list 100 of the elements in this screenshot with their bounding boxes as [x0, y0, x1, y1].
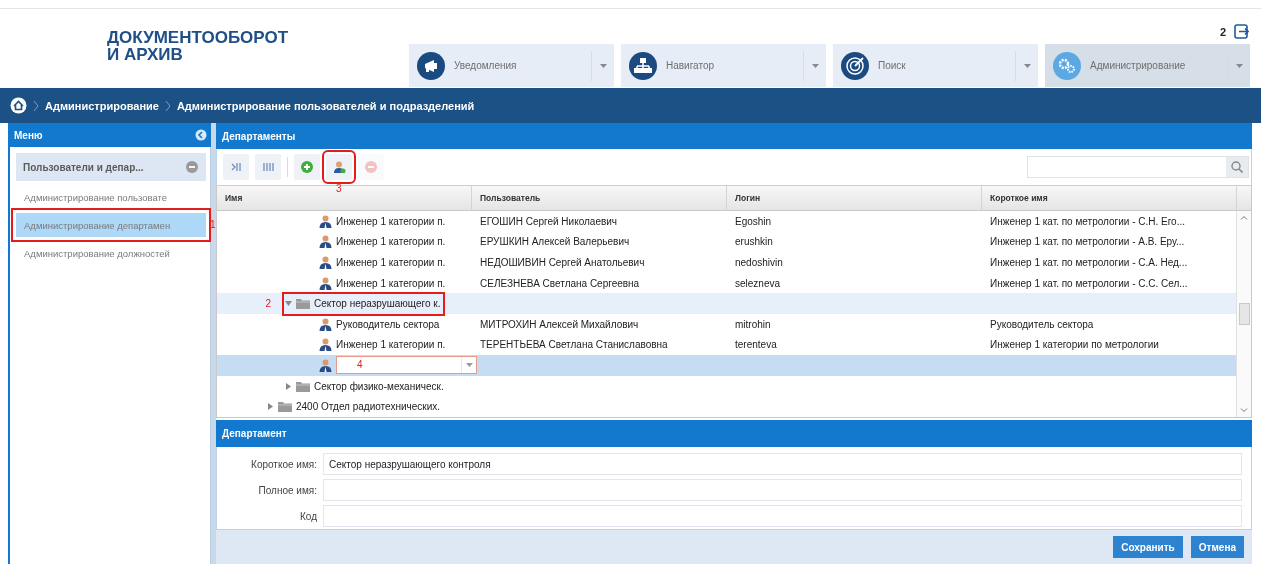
table-cell-text: ЕГОШИН Сергей Николаевич	[479, 215, 619, 227]
minus-circle-icon[interactable]	[186, 161, 198, 173]
menu-item[interactable]: Администрирование должностей	[16, 241, 206, 265]
tree-row[interactable]: Инженер 1 категории п. НЕДОШИВИН Сергей Анатольевич nedoshivin Инженер 1 кат. по метрологии - С.А. Нед...	[217, 252, 1236, 273]
user-icon	[319, 338, 332, 352]
table-cell-text: Инженер 1 категории по метрологии	[989, 339, 1160, 351]
user-icon	[319, 317, 332, 331]
table-cell-text: НЕДОШИВИН Сергей Анатольевич	[479, 257, 646, 268]
tree-label: Руководитель сектора	[336, 318, 440, 330]
gears-icon	[1053, 51, 1081, 80]
collapsed-arrow-icon[interactable]	[267, 403, 274, 411]
nav-tab[interactable]: Уведомления	[409, 44, 614, 87]
scroll-up-icon[interactable]	[1240, 215, 1248, 220]
tree-row[interactable]: Руководитель сектора МИТРОХИН Алексей Михайлович mitrohin Руководитель сектора	[217, 313, 1236, 335]
panel-title: Департамент	[222, 428, 287, 439]
toolbar-button[interactable]	[294, 154, 320, 180]
breadcrumb-link[interactable]: Администрирование	[45, 99, 159, 112]
tree-label: Сектор физико-механическ.	[314, 380, 444, 392]
scroll-down-icon[interactable]	[1240, 408, 1248, 413]
panel-title: Меню	[14, 129, 43, 141]
scroll-thumb[interactable]	[1238, 303, 1250, 325]
caret-icon[interactable]	[599, 63, 607, 68]
user-icon	[319, 235, 332, 249]
org-chart-icon	[629, 51, 657, 80]
table-cell-text: erushkin	[734, 236, 774, 248]
text-field[interactable]	[323, 479, 1242, 501]
table-cell-text: ЕРУШКИН Алексей Валерьевич	[479, 236, 631, 248]
menu-group-header[interactable]: Пользователи и депар...	[16, 153, 206, 181]
table-cell-text: ТЕРЕНТЬЕВА Светлана Станиславовна	[479, 339, 669, 351]
collapse-all-icon	[261, 161, 275, 173]
search-icon[interactable]	[1231, 161, 1243, 173]
tree-row[interactable]: Инженер 1 категории п. ЕГОШИН Сергей Николаевич Egoshin Инженер 1 кат. по метрологии - С.Н. Его...	[217, 211, 1236, 232]
collapsed-arrow-icon[interactable]	[285, 382, 292, 390]
collapse-icon[interactable]	[195, 129, 207, 141]
tree-label: 2400 Отдел радиотехнических.	[296, 401, 441, 413]
text-field[interactable]	[323, 505, 1242, 527]
tree-row[interactable]: Инженер 1 категории п. ЕРУШКИН Алексей Валерьевич erushkin Инженер 1 кат. по метрологии - А.В. Еру...	[217, 231, 1236, 253]
search-field[interactable]	[1027, 156, 1249, 178]
panel-title: Департаменты	[222, 130, 296, 142]
caret-icon[interactable]	[1235, 63, 1243, 68]
scrollbar[interactable]	[1236, 211, 1251, 417]
table-cell-text: МИТРОХИН Алексей Михайлович	[479, 318, 640, 330]
tree-row[interactable]: Сектор физико-механическ.	[217, 375, 1236, 397]
group-title: Пользователи и депар...	[23, 161, 144, 173]
folder-icon	[296, 298, 310, 310]
column-header[interactable]: Короткое имя	[982, 186, 1237, 210]
tree-label: Инженер 1 категории п.	[336, 257, 446, 268]
field-label: Полное имя:	[257, 484, 317, 496]
expanded-arrow-icon[interactable]	[285, 300, 292, 308]
user-icon	[319, 214, 332, 228]
caret-icon[interactable]	[811, 63, 819, 68]
form-button[interactable]: Сохранить	[1113, 536, 1183, 558]
table-cell-text: Инженер 1 кат. по метрологии - А.В. Еру...	[989, 236, 1186, 248]
remove-icon	[364, 161, 378, 173]
column-header[interactable]: Логин	[727, 186, 982, 210]
table-cell-text: СЕЛЕЗНЕВА Светлана Сергеевна	[479, 277, 641, 289]
nav-tab[interactable]: Администрирование	[1045, 44, 1250, 87]
nav-tab[interactable]: Навигатор	[621, 44, 826, 87]
home-icon[interactable]	[10, 97, 27, 114]
app-logo-text: И АРХИВ	[107, 46, 183, 63]
column-header[interactable]: Пользователь	[472, 186, 727, 210]
user-icon	[319, 358, 332, 372]
menu-item[interactable]: Администрирование пользовате	[16, 185, 206, 209]
caret-icon[interactable]	[1023, 63, 1031, 68]
notification-count: 2	[1219, 25, 1226, 38]
text-field[interactable]: Сектор неразрушающего контроля	[323, 453, 1242, 475]
chevron-icon	[33, 99, 39, 112]
callout-number: 4	[357, 359, 363, 371]
field-label: Короткое имя:	[250, 458, 317, 470]
field-label: Код	[299, 510, 317, 522]
chevron-icon	[164, 99, 171, 112]
megaphone-icon	[417, 51, 445, 80]
toolbar-button[interactable]	[223, 154, 249, 180]
name-combo-field[interactable]: 4	[336, 356, 477, 375]
table-cell-text: Egoshin	[734, 215, 773, 227]
tree-label: Сектор неразрушающего к.	[314, 298, 441, 310]
table-cell-text: mitrohin	[734, 318, 772, 330]
table-cell-text: Руководитель сектора	[989, 318, 1095, 330]
tree-row[interactable]: 2400 Отдел радиотехнических.	[217, 396, 1236, 417]
form-button[interactable]: Отмена	[1190, 536, 1244, 558]
target-icon	[841, 51, 869, 80]
nav-tab[interactable]: Поиск	[833, 44, 1038, 87]
table-cell-text: selezneva	[734, 277, 782, 289]
table-cell-text: terenteva	[734, 339, 778, 351]
tree-row[interactable]: Инженер 1 категории п. СЕЛЕЗНЕВА Светлана Сергеевна selezneva Инженер 1 кат. по метрологии - С.С. Сел...	[217, 272, 1236, 294]
user-icon	[319, 276, 332, 290]
toolbar-button[interactable]	[255, 154, 281, 180]
table-cell-text: Инженер 1 кат. по метрологии - С.С. Сел...	[989, 277, 1189, 289]
breadcrumb-link[interactable]: Администрирование пользователей и подразделений	[176, 99, 475, 112]
add-user-icon	[332, 161, 346, 173]
folder-icon	[278, 401, 292, 413]
app-logo-text: ДОКУМЕНТООБОРОТ	[107, 29, 289, 46]
tree-row[interactable]: 4	[217, 355, 1236, 376]
logout-icon[interactable]	[1234, 24, 1249, 39]
tree-label: Инженер 1 категории п.	[336, 339, 446, 351]
tree-row[interactable]: Инженер 1 категории п. ТЕРЕНТЬЕВА Светлана Станиславовна terenteva Инженер 1 категории по метрологии	[217, 334, 1236, 356]
table-cell-text: nedoshivin	[734, 257, 784, 268]
folder-icon	[296, 380, 310, 392]
caret-icon[interactable]	[465, 363, 473, 368]
tree-row[interactable]: 2 Сектор неразрушающего к.	[217, 293, 1236, 314]
